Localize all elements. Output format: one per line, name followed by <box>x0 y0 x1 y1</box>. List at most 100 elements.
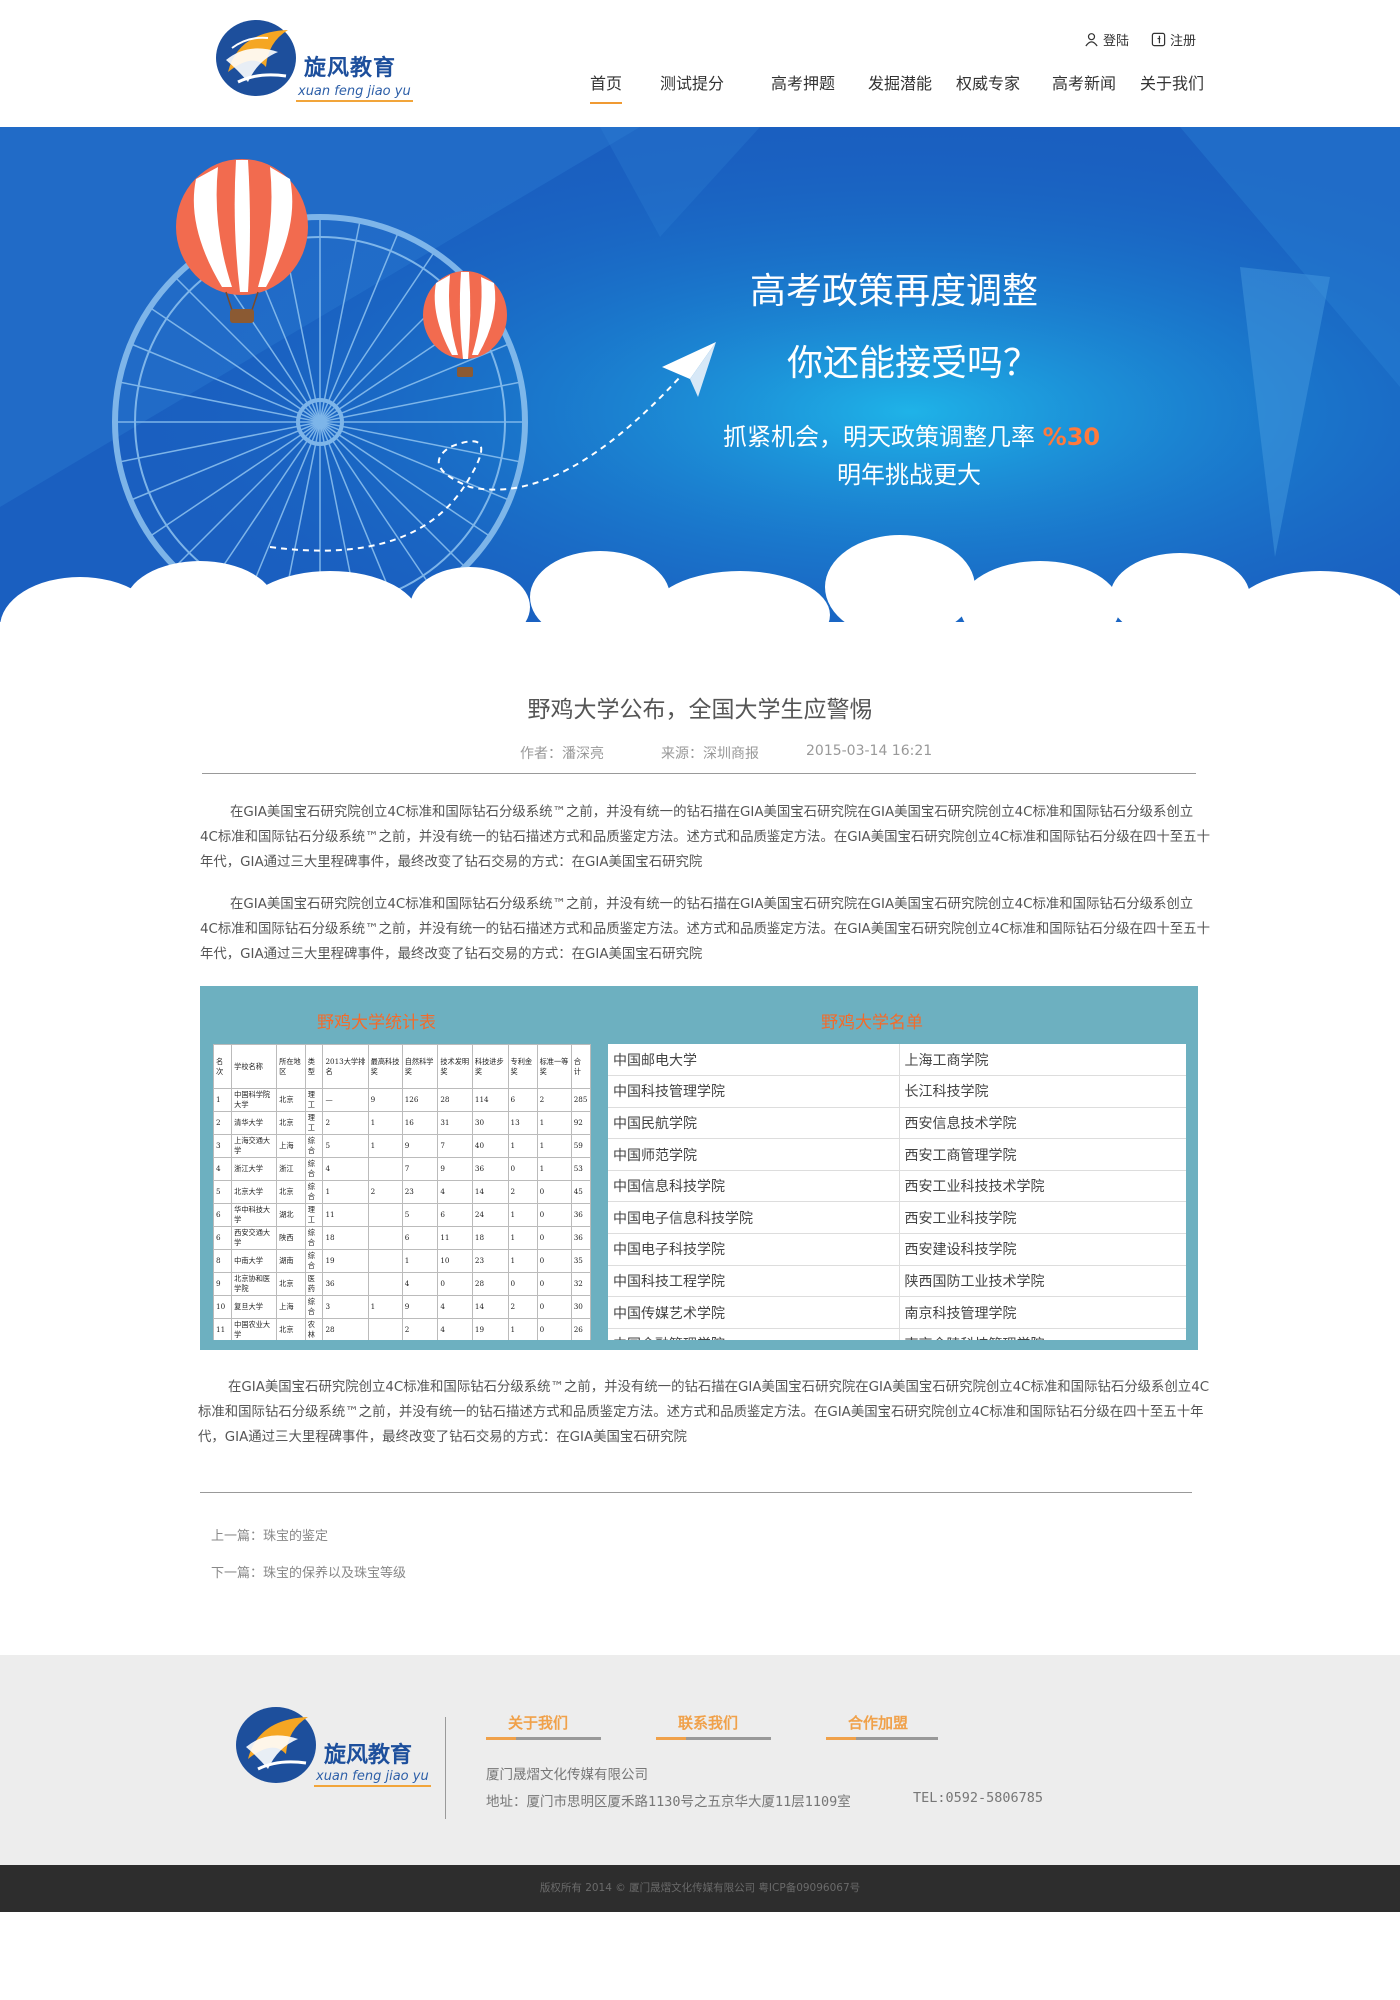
stats-cell: 0 <box>536 1318 572 1340</box>
stats-cell: 2 <box>507 1295 538 1319</box>
stats-cell <box>367 1318 403 1340</box>
footer-link-join[interactable]: 合作加盟 <box>848 1712 908 1733</box>
stats-cell: 4 <box>213 1157 233 1181</box>
stats-cell: 11 <box>213 1318 233 1340</box>
names-row: 中国邮电大学 上海工商学院 <box>608 1044 1186 1077</box>
names-row: 中国信息科技学院 西安工业科技技术学院 <box>608 1170 1186 1203</box>
stats-cell: 19 <box>471 1318 509 1340</box>
stats-row: 6 华中科技大学 湖北 理工 11 5 6 24 1 0 36 <box>213 1203 591 1227</box>
stats-cell: 西安交通大学 <box>231 1226 278 1250</box>
footer-link-underline <box>656 1737 771 1740</box>
stats-cell: 1 <box>507 1134 538 1158</box>
banner-headline-2: 你还能接受吗？ <box>787 343 1040 384</box>
stats-cell: 1 <box>507 1318 538 1340</box>
hero-banner[interactable]: 高考政策再度调整 你还能接受吗？ 抓紧机会，明天政策调整几率 %30 明年挑战更… <box>0 127 1400 645</box>
nav-news[interactable]: 高考新闻 <box>1052 70 1116 102</box>
article-paragraph: 在GIA美国宝石研究院创立4C标准和国际钻石分级系统™之前，并没有统一的钻石描在… <box>198 1380 1210 1445</box>
names-cell[interactable]: 西安建设科技学院 <box>899 1233 1186 1266</box>
names-row: 中国电子科技学院 西安建设科技学院 <box>608 1233 1186 1266</box>
names-cell[interactable]: 南京科技管理学院 <box>899 1296 1186 1329</box>
stats-row: 2 清华大学 北京 理工 2 1 16 31 30 13 1 92 <box>213 1111 591 1135</box>
nav-home[interactable]: 首页 <box>590 70 623 104</box>
names-cell[interactable]: 西安工业科技学院 <box>899 1201 1186 1235</box>
nav-experts[interactable]: 权威专家 <box>956 70 1020 102</box>
names-cell[interactable]: 中国电子信息科技学院 <box>608 1201 900 1235</box>
stats-row: 1 中国科学院大学 北京 理工 —9 126 28 114 6 2 285 <box>213 1088 591 1112</box>
stats-cell: 上海 <box>276 1134 306 1158</box>
stats-cell: 36 <box>570 1203 591 1227</box>
stats-cell <box>367 1226 403 1250</box>
stats-cell: 上海 <box>276 1295 306 1319</box>
stats-cell: 1 <box>536 1157 572 1181</box>
names-cell[interactable]: 陕西国防工业技术学院 <box>899 1265 1186 1298</box>
stats-cell: 59 <box>570 1134 591 1158</box>
stats-cell: 1 <box>367 1295 403 1319</box>
nav-potential[interactable]: 发掘潜能 <box>868 70 932 102</box>
stats-cell: 医药 <box>304 1272 324 1296</box>
banner-illustration <box>0 127 1400 645</box>
stats-cell: 综合 <box>304 1226 324 1250</box>
stats-cell: 7 <box>437 1134 473 1158</box>
stats-cell: 11 <box>322 1203 369 1227</box>
stats-table: 名次 学校名称 所在地区 类型 2013大学排名 最高科技奖 自然科学奖 技术发明奖 科技进步奖… <box>213 1044 591 1340</box>
names-row: 中国科技工程学院 陕西国防工业技术学院 <box>608 1265 1186 1298</box>
prev-article-link[interactable]: 上一篇：珠宝的鉴定 <box>211 1525 328 1544</box>
banner-subline-text: 抓紧机会，明天政策调整几率 <box>723 423 1043 451</box>
stats-cell: 28 <box>471 1272 509 1296</box>
stats-cell: 14 <box>471 1295 509 1319</box>
stats-header-cell: 最高科技奖 <box>367 1044 403 1089</box>
stats-cell: 复旦大学 <box>231 1295 278 1319</box>
names-cell[interactable]: 西安工商管理学院 <box>899 1138 1186 1171</box>
stats-cell: 10 <box>437 1249 473 1273</box>
names-cell[interactable]: 中国金融管理学院 <box>608 1328 900 1340</box>
stats-cell: 1 <box>322 1180 369 1204</box>
register-link[interactable]: 注册 <box>1151 30 1196 49</box>
stats-row: 5 北京大学 北京 综合 1 2 23 4 14 2 0 45 <box>213 1180 591 1204</box>
names-cell[interactable]: 西安信息技术学院 <box>899 1107 1186 1140</box>
login-link[interactable]: 登陆 <box>1084 30 1129 49</box>
nav-test[interactable]: 测试提分 <box>660 70 724 102</box>
stats-cell <box>367 1272 403 1296</box>
stats-cell: 上海交通大学 <box>231 1134 278 1158</box>
stats-header-cell: 学校名称 <box>231 1044 278 1089</box>
names-cell[interactable]: 南京金陵科技管理学院 <box>899 1328 1186 1340</box>
next-article-link[interactable]: 下一篇：珠宝的保养以及珠宝等级 <box>211 1562 406 1581</box>
stats-cell: 13 <box>507 1111 538 1135</box>
names-cell[interactable]: 上海工商学院 <box>899 1044 1186 1077</box>
article-date: 2015-03-14 16:21 <box>806 743 933 759</box>
stats-row: 4 浙江大学 浙江 综合 4 7 9 36 0 1 53 <box>213 1157 591 1181</box>
nav-about[interactable]: 关于我们 <box>1140 70 1204 102</box>
names-cell[interactable]: 中国师范学院 <box>608 1138 900 1171</box>
stats-cell: 4 <box>322 1157 369 1181</box>
stats-cell: 36 <box>471 1157 509 1181</box>
main-nav: 首页 测试提分 高考押题 发掘潜能 权威专家 高考新闻 关于我们 <box>0 70 1400 110</box>
stats-cell: 6 <box>401 1226 439 1250</box>
names-cell[interactable]: 中国传媒艺术学院 <box>608 1296 900 1329</box>
stats-cell: 0 <box>536 1226 572 1250</box>
stats-cell: 8 <box>213 1249 233 1273</box>
names-row: 中国金融管理学院南京金陵科技管理学院 <box>608 1328 1186 1340</box>
stats-cell: 1 <box>367 1134 403 1158</box>
stats-cell: 2 <box>401 1318 439 1340</box>
names-cell[interactable]: 中国电子科技学院 <box>608 1233 900 1266</box>
stats-header-cell: 所在地区 <box>276 1044 306 1089</box>
names-cell[interactable]: 中国科技工程学院 <box>608 1265 900 1298</box>
names-cell[interactable]: 中国民航学院 <box>608 1107 900 1140</box>
names-cell[interactable]: 中国邮电大学 <box>608 1044 900 1077</box>
stats-cell: 清华大学 <box>231 1111 278 1135</box>
names-cell[interactable]: 中国信息科技学院 <box>608 1170 900 1203</box>
footer-link-contact[interactable]: 联系我们 <box>678 1712 738 1733</box>
names-cell[interactable]: 西安工业科技技术学院 <box>899 1170 1186 1203</box>
footer-link-about[interactable]: 关于我们 <box>508 1712 568 1733</box>
names-cell[interactable]: 中国科技管理学院 <box>608 1075 900 1108</box>
stats-header-cell: 类型 <box>304 1044 324 1089</box>
footer-tel: TEL:0592-5806785 <box>913 1790 1044 1806</box>
nav-exam-prediction[interactable]: 高考押题 <box>771 70 835 102</box>
stats-cell: 40 <box>471 1134 509 1158</box>
stats-cell: 0 <box>536 1249 572 1273</box>
copyright-bar: 版权所有 2014 © 厦门晟熠文化传媒有限公司 粤ICP备09096067号 <box>0 1865 1400 1912</box>
stats-cell: 6 <box>213 1203 233 1227</box>
names-cell[interactable]: 长江科技学院 <box>899 1075 1186 1108</box>
stats-cell: 北京 <box>276 1180 306 1204</box>
stats-cell: 0 <box>536 1272 572 1296</box>
